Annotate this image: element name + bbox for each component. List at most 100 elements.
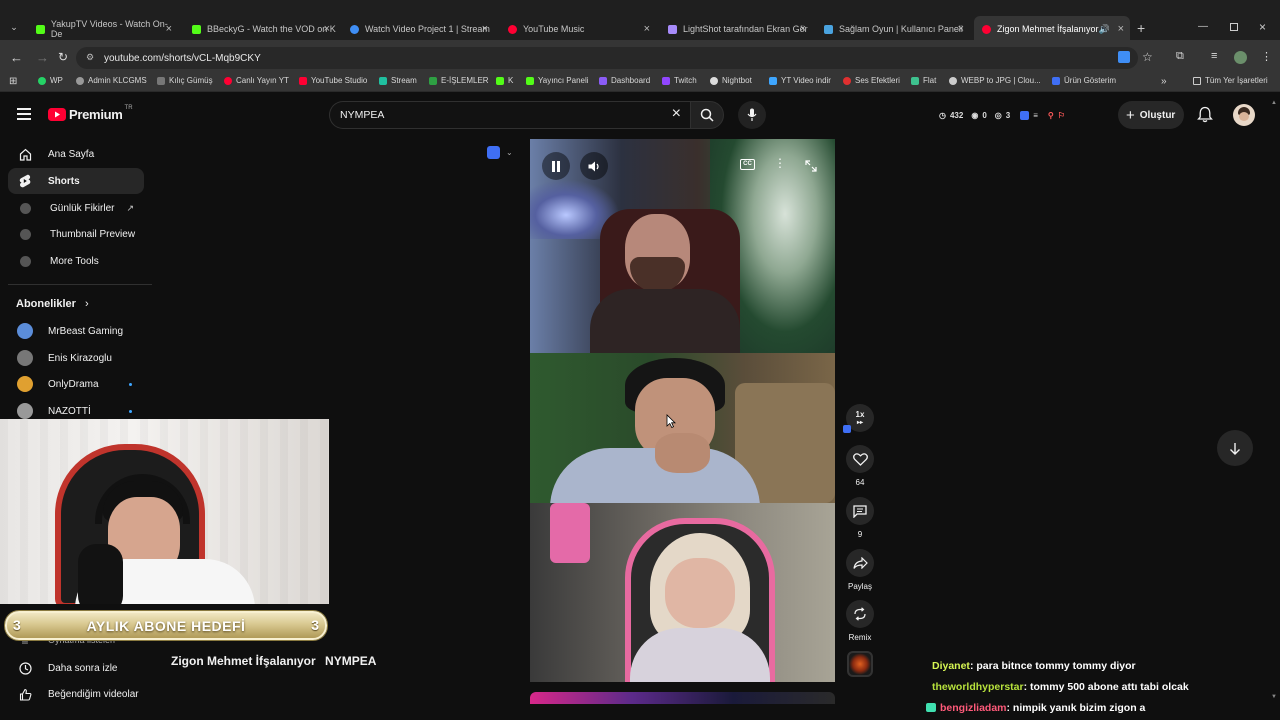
- extensions-icon[interactable]: ⧉: [1176, 50, 1184, 63]
- subscriber-goal-banner: 3 AYLIK ABONE HEDEFİ 3: [5, 611, 327, 640]
- scroll-down-arrow[interactable]: ▼: [1271, 694, 1277, 700]
- short-hashtag[interactable]: NYMPEA: [325, 654, 376, 668]
- pause-button[interactable]: [542, 152, 570, 180]
- reload-button[interactable]: ↻: [58, 50, 68, 64]
- bookmark-nightbot[interactable]: Nightbot: [710, 76, 752, 85]
- saglam-oyun-icon: [824, 24, 833, 34]
- youtube-play-icon: [48, 108, 66, 121]
- bookmark-flat[interactable]: Flat: [911, 76, 936, 85]
- sidebar-item-daily-ideas[interactable]: Günlük Fikirler ↗: [8, 195, 144, 221]
- profile-icon[interactable]: [1234, 51, 1247, 64]
- bookmark-stream[interactable]: Stream: [379, 76, 417, 85]
- sidebar-item-watch-later[interactable]: Daha sonra izle: [8, 655, 144, 681]
- extension-icon[interactable]: [1020, 110, 1030, 120]
- bookmark-twitch[interactable]: Twitch: [662, 76, 697, 85]
- sidebar-item-more-tools[interactable]: More Tools: [8, 248, 144, 274]
- close-icon[interactable]: ×: [1118, 23, 1124, 35]
- next-short-button[interactable]: [1217, 430, 1253, 466]
- pin-icon[interactable]: ⚲: [1048, 111, 1054, 120]
- forward-button[interactable]: →: [36, 50, 49, 65]
- cloud-icon: [949, 76, 957, 85]
- extension-mini-icon[interactable]: [843, 425, 851, 433]
- bookmark-eislemler[interactable]: E-İŞLEMLER: [429, 76, 489, 85]
- bookmark-studio[interactable]: YouTube Studio: [299, 76, 367, 85]
- tab-2[interactable]: BBeckyG - Watch the VOD on K ×: [184, 17, 336, 41]
- all-bookmarks[interactable]: Tüm Yer İşaretleri: [1193, 76, 1268, 85]
- notifications-bell-icon[interactable]: [1197, 106, 1213, 128]
- bookmark-admin[interactable]: Admin KLCGMS: [76, 76, 147, 85]
- address-bar[interactable]: ⚙ youtube.com/shorts/vCL-Mqb9CKY: [76, 47, 1138, 69]
- new-tab-button[interactable]: +: [1137, 20, 1145, 36]
- sidebar-item-home[interactable]: Ana Sayfa: [8, 141, 144, 167]
- tab-4[interactable]: YouTube Music ×: [500, 17, 656, 41]
- bookmark-ses[interactable]: Ses Efektleri: [843, 76, 900, 85]
- back-button[interactable]: ←: [10, 50, 23, 65]
- extension-ig-button[interactable]: ⌄: [487, 146, 513, 159]
- search-box[interactable]: NYMPEA ×: [329, 101, 691, 129]
- like-button[interactable]: 64: [846, 445, 874, 487]
- close-icon[interactable]: ×: [166, 23, 172, 35]
- more-bookmarks-icon[interactable]: »: [1161, 76, 1167, 87]
- sidebar-item-thumbnail-preview[interactable]: Thumbnail Preview: [8, 221, 144, 247]
- window-close-button[interactable]: ×: [1259, 20, 1266, 34]
- sidebar-sub-onlydrama[interactable]: OnlyDrama: [8, 372, 144, 396]
- tab-3[interactable]: Watch Video Project 1 | Stream ×: [342, 17, 494, 41]
- bookmark-urun[interactable]: Ürün Gösterim: [1052, 76, 1116, 85]
- share-button[interactable]: Paylaş: [846, 549, 874, 591]
- sidebar-item-liked-videos[interactable]: Beğendiğim videolar: [8, 681, 144, 707]
- volume-button[interactable]: [580, 152, 608, 180]
- scroll-up-arrow[interactable]: ▲: [1271, 100, 1277, 106]
- sound-avatar[interactable]: [847, 651, 873, 677]
- bookmark-yayinci[interactable]: Yayıncı Paneli: [526, 76, 589, 85]
- bookmark-dashboard[interactable]: Dashboard: [599, 76, 650, 85]
- captions-button[interactable]: CC: [740, 159, 755, 170]
- minimize-button[interactable]: —: [1198, 21, 1208, 32]
- search-button[interactable]: [690, 101, 724, 129]
- notification-badge-icon[interactable]: ⚐: [1058, 111, 1065, 120]
- bookmark-canli[interactable]: Canlı Yayın YT: [224, 76, 289, 85]
- sidebar-sub-enis[interactable]: Enis Kirazoglu: [8, 346, 144, 370]
- bookmark-kilic[interactable]: Kılıç Gümüş: [157, 76, 213, 85]
- menu-hamburger-icon[interactable]: [17, 108, 31, 120]
- close-icon[interactable]: ×: [958, 23, 964, 35]
- short-title[interactable]: Zigon Mehmet İfşalanıyor: [171, 654, 316, 668]
- account-avatar[interactable]: [1233, 104, 1255, 126]
- bookmark-wp[interactable]: WP: [38, 76, 63, 85]
- cast-icon[interactable]: [1118, 51, 1130, 63]
- subscriptions-heading[interactable]: Abonelikler ›: [16, 298, 89, 310]
- tab-5[interactable]: LightShot tarafından Ekran Gör ×: [660, 17, 812, 41]
- more-options-icon[interactable]: ⋮: [774, 156, 786, 170]
- browser-menu-icon[interactable]: ⋮: [1261, 50, 1272, 63]
- close-icon[interactable]: ×: [324, 23, 330, 35]
- clear-search-icon[interactable]: ×: [672, 105, 681, 123]
- tab-search-button[interactable]: ⌄: [6, 22, 22, 38]
- bookmark-k[interactable]: K: [496, 76, 513, 85]
- audio-icon[interactable]: 🔊: [1099, 24, 1110, 35]
- tab-7-active[interactable]: Zigon Mehmet İfşalanıyor 🔊 ×: [974, 16, 1130, 42]
- youtube-logo[interactable]: Premium TR: [48, 105, 133, 122]
- bookmark-star-icon[interactable]: ☆: [1142, 50, 1153, 64]
- tab-6[interactable]: Sağlam Oyun | Kullanıcı Paneli ×: [816, 17, 970, 41]
- page-scrollbar[interactable]: ▲ ▼: [1271, 100, 1277, 700]
- close-icon[interactable]: ×: [800, 23, 806, 35]
- remix-button[interactable]: Remix: [846, 600, 874, 642]
- voice-search-button[interactable]: [738, 101, 766, 129]
- sidebar-sub-mrbeast[interactable]: MrBeast Gaming: [8, 319, 144, 343]
- search-input[interactable]: NYMPEA: [340, 109, 384, 121]
- bookmark-webp[interactable]: WEBP to JPG | Clou...: [949, 76, 1041, 85]
- short-video-player[interactable]: CC ⋮: [530, 139, 835, 682]
- restore-button[interactable]: [1230, 23, 1238, 31]
- plus-icon: +: [1126, 106, 1135, 124]
- fullscreen-icon[interactable]: [805, 159, 817, 177]
- close-icon[interactable]: ×: [644, 23, 650, 35]
- bookmark-ytindir[interactable]: YT Video indir: [769, 76, 831, 85]
- list-icon[interactable]: ≡: [1033, 111, 1038, 120]
- apps-icon[interactable]: ⊞: [9, 76, 17, 87]
- close-icon[interactable]: ×: [482, 23, 488, 35]
- comments-button[interactable]: 9: [846, 497, 874, 539]
- media-control-icon[interactable]: ≡: [1211, 50, 1217, 62]
- site-info-icon[interactable]: ⚙: [86, 52, 94, 63]
- create-button[interactable]: + Oluştur: [1118, 101, 1184, 129]
- tab-1[interactable]: YakupTV Videos - Watch On-De ×: [28, 17, 178, 41]
- sidebar-item-shorts[interactable]: Shorts: [8, 168, 144, 194]
